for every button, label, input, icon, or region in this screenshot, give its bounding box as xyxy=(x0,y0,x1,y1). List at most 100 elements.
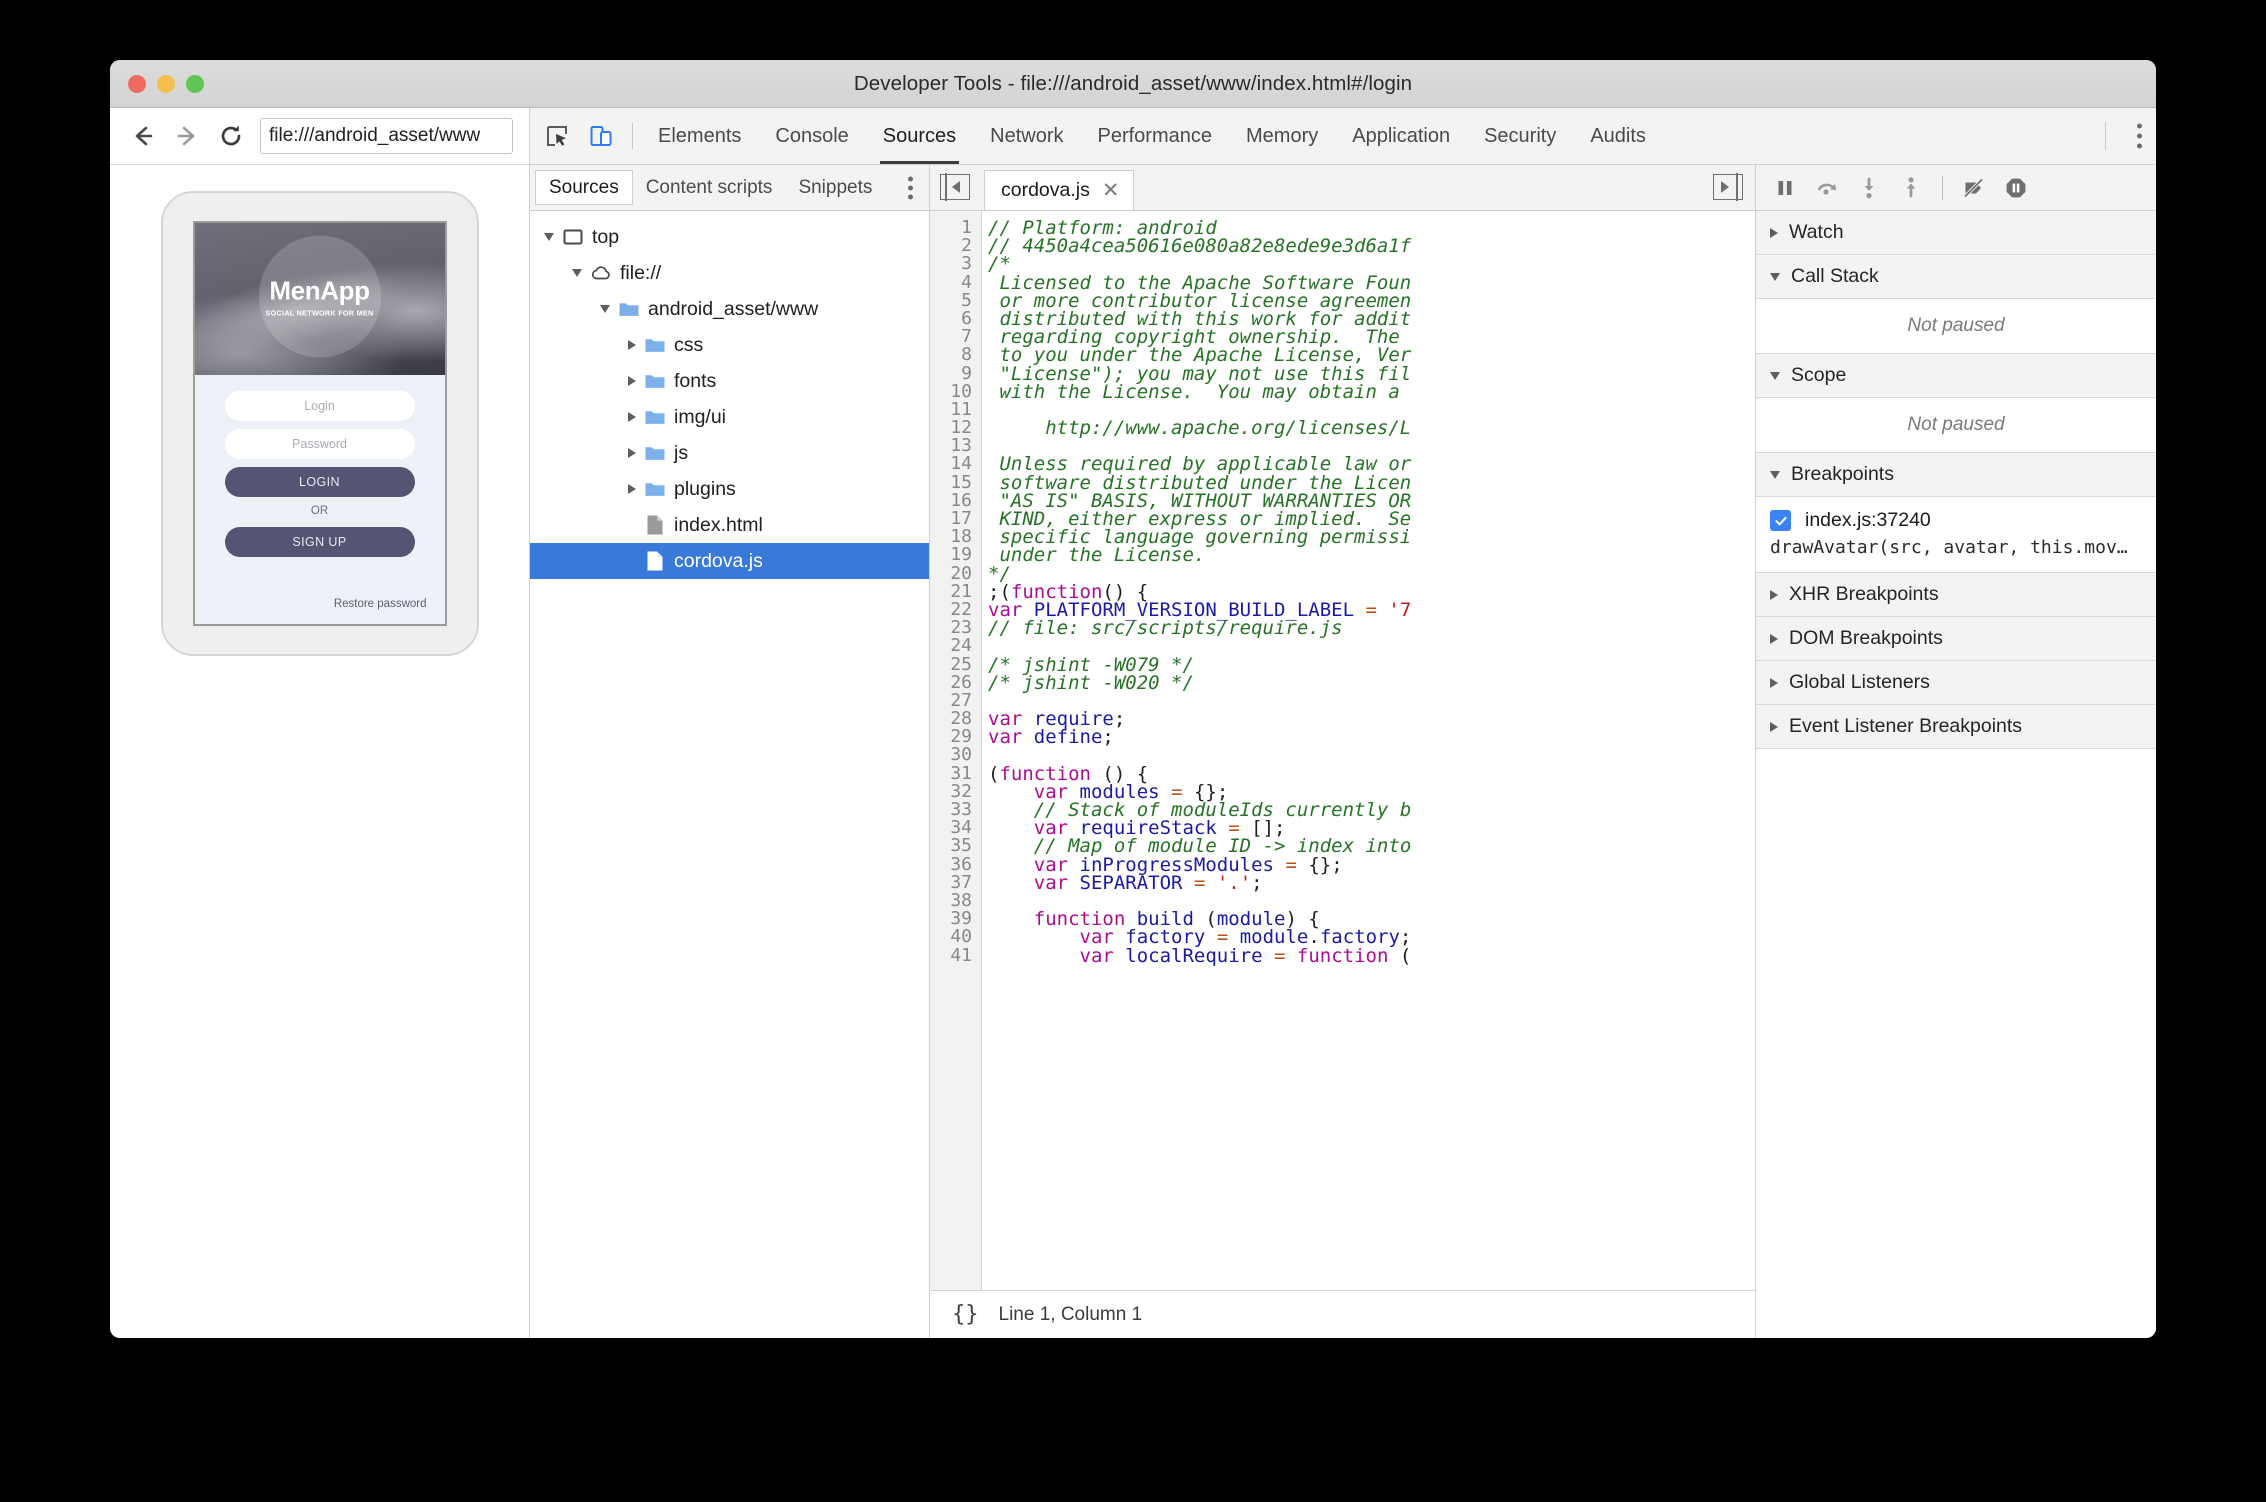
navigator-tab-content-scripts[interactable]: Content scripts xyxy=(633,170,786,205)
inspect-element-icon[interactable] xyxy=(540,119,574,153)
editor-tabbar: cordova.js ✕ xyxy=(930,165,1755,211)
minimize-window-button[interactable] xyxy=(157,75,175,93)
chevron-down-icon[interactable] xyxy=(600,305,610,313)
resume-pause-icon[interactable] xyxy=(1770,173,1800,203)
debugger-section-event-listener-breakpoints[interactable]: Event Listener Breakpoints xyxy=(1756,705,2156,749)
debugger-section-watch[interactable]: Watch xyxy=(1756,211,2156,255)
pause-on-exceptions-icon[interactable] xyxy=(2001,173,2031,203)
navigator-tab-sources[interactable]: Sources xyxy=(535,170,633,205)
chevron-right-icon[interactable] xyxy=(1770,633,1778,644)
devtools-tab-audits[interactable]: Audits xyxy=(1573,108,1663,164)
app-hero-image: MenApp SOCIAL NETWORK FOR MEN xyxy=(194,223,445,375)
chevron-right-icon[interactable] xyxy=(1770,677,1778,688)
code-token: with the License. You may obtain a xyxy=(988,380,1412,403)
pretty-print-icon[interactable]: {} xyxy=(952,1302,979,1327)
file-tree-row[interactable]: css xyxy=(530,327,929,363)
folder-icon xyxy=(644,334,666,356)
code-line: // file: src/scripts/require.js xyxy=(988,619,1755,638)
password-input[interactable]: Password xyxy=(224,429,415,459)
step-into-icon[interactable] xyxy=(1854,173,1884,203)
url-bar[interactable]: file:///android_asset/www xyxy=(260,118,513,154)
devtools-tab-network[interactable]: Network xyxy=(973,108,1080,164)
step-out-icon[interactable] xyxy=(1896,173,1926,203)
chevron-right-icon[interactable] xyxy=(628,376,636,386)
devtools-tab-elements[interactable]: Elements xyxy=(641,108,758,164)
chevron-down-icon[interactable] xyxy=(1770,371,1780,380)
debugger-section-call-stack[interactable]: Call Stack xyxy=(1756,255,2156,299)
file-tree-row[interactable]: cordova.js xyxy=(530,543,929,579)
browser-toolbar: file:///android_asset/www Elements Consol… xyxy=(110,108,2156,165)
app-name: MenApp xyxy=(269,275,370,306)
debugger-section-dom-breakpoints[interactable]: DOM Breakpoints xyxy=(1756,617,2156,661)
step-over-icon[interactable] xyxy=(1812,173,1842,203)
maximize-window-button[interactable] xyxy=(186,75,204,93)
code-token: under the License. xyxy=(988,544,1206,567)
breakpoint-checkbox[interactable] xyxy=(1770,510,1791,531)
editor-status-bar: {} Line 1, Column 1 xyxy=(930,1290,1755,1338)
devtools-tab-sources[interactable]: Sources xyxy=(866,108,973,164)
login-input[interactable]: Login xyxy=(224,391,415,421)
login-button[interactable]: LOGIN xyxy=(224,467,415,497)
reload-icon[interactable] xyxy=(216,121,246,151)
file-tree-row[interactable]: file:// xyxy=(530,255,929,291)
chevron-down-icon[interactable] xyxy=(572,269,582,277)
chevron-right-icon[interactable] xyxy=(628,412,636,422)
show-debugger-icon[interactable] xyxy=(1713,173,1743,201)
code-token: SEPARATOR xyxy=(1079,871,1183,894)
show-navigator-icon[interactable] xyxy=(940,173,970,201)
breakpoint-item[interactable]: index.js:37240 drawAvatar(src, avatar, th… xyxy=(1756,503,2156,568)
file-tree-row[interactable]: android_asset/www xyxy=(530,291,929,327)
line-number: 24 xyxy=(950,635,972,657)
code-token: = xyxy=(1274,944,1286,967)
debugger-section-scope[interactable]: Scope xyxy=(1756,354,2156,398)
code-token: ; xyxy=(1102,726,1114,749)
devtools-tab-security[interactable]: Security xyxy=(1467,108,1573,164)
debugger-section-title: Scope xyxy=(1791,364,1847,386)
close-window-button[interactable] xyxy=(128,75,146,93)
signup-button[interactable]: SIGN UP xyxy=(224,526,415,557)
navigator-tabbar: Sources Content scripts Snippets xyxy=(530,165,929,211)
devtools-tab-application[interactable]: Application xyxy=(1335,108,1467,164)
chevron-right-icon[interactable] xyxy=(628,340,636,350)
debugger-section-xhr-breakpoints[interactable]: XHR Breakpoints xyxy=(1756,573,2156,617)
chevron-right-icon[interactable] xyxy=(1770,721,1778,732)
devtools-tab-performance[interactable]: Performance xyxy=(1081,108,1230,164)
devtools-tab-console[interactable]: Console xyxy=(758,108,865,164)
file-tree-row[interactable]: js xyxy=(530,435,929,471)
code-content[interactable]: // Platform: android// 4450a4cea50616e08… xyxy=(988,219,1755,967)
file-tree-row[interactable]: plugins xyxy=(530,471,929,507)
deactivate-breakpoints-icon[interactable] xyxy=(1959,173,1989,203)
code-token: var xyxy=(1079,944,1126,967)
chevron-right-icon[interactable] xyxy=(628,484,636,494)
kebab-menu-icon[interactable] xyxy=(908,176,913,199)
line-number: 9 xyxy=(961,362,972,384)
close-icon[interactable]: ✕ xyxy=(1102,180,1120,201)
debugger-section-global-listeners[interactable]: Global Listeners xyxy=(1756,661,2156,705)
chevron-right-icon[interactable] xyxy=(628,448,636,458)
kebab-menu-icon[interactable] xyxy=(2137,123,2142,149)
forward-arrow-icon[interactable] xyxy=(172,121,202,151)
chevron-right-icon[interactable] xyxy=(1770,227,1778,238)
file-tree-row[interactable]: img/ui xyxy=(530,399,929,435)
file-tree-label: cordova.js xyxy=(674,549,763,572)
code-line: /* jshint -W020 */ xyxy=(988,673,1755,692)
toggle-device-toolbar-icon[interactable] xyxy=(584,119,618,153)
debugger-section-breakpoints[interactable]: Breakpoints xyxy=(1756,453,2156,497)
chevron-down-icon[interactable] xyxy=(1770,272,1780,281)
toolbar-divider xyxy=(632,123,633,149)
back-arrow-icon[interactable] xyxy=(128,121,158,151)
chevron-down-icon[interactable] xyxy=(544,233,554,241)
editor-file-tab[interactable]: cordova.js ✕ xyxy=(984,170,1135,210)
file-tree-row[interactable]: index.html xyxy=(530,507,929,543)
file-tree-label: plugins xyxy=(674,477,736,500)
chevron-right-icon[interactable] xyxy=(1770,589,1778,600)
code-viewport[interactable]: 1 2 3 4 5 6 7 8 9 10 11 12 13 14 15 16 17 18 19 20 21 22 23 24 2… xyxy=(930,211,1755,1290)
chevron-down-icon[interactable] xyxy=(1770,470,1780,479)
code-token: define xyxy=(1033,726,1103,749)
navigator-tab-snippets[interactable]: Snippets xyxy=(785,170,885,205)
code-token: ( xyxy=(1388,944,1412,967)
devtools-tab-memory[interactable]: Memory xyxy=(1229,108,1335,164)
restore-password-link[interactable]: Restore password xyxy=(334,598,427,610)
file-tree-row[interactable]: fonts xyxy=(530,363,929,399)
file-tree-row[interactable]: top xyxy=(530,219,929,255)
